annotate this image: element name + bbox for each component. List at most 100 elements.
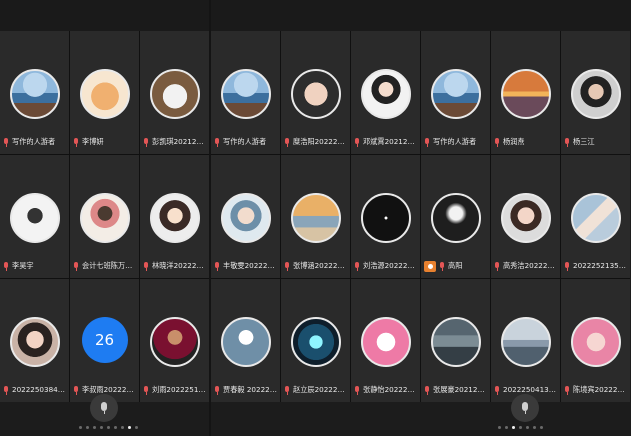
participant-label: 李昊宇 — [3, 260, 67, 272]
muted-mic-icon — [214, 137, 220, 147]
page-dot[interactable] — [86, 426, 89, 429]
participant-tile[interactable]: 刘浩源2022223... — [351, 155, 420, 278]
participant-tile[interactable]: 刘雨2022251012 — [140, 279, 209, 402]
avatar — [79, 69, 130, 119]
participant-label: 写作的人游者 — [424, 136, 488, 148]
page-dot[interactable] — [505, 426, 508, 429]
muted-mic-icon — [284, 137, 290, 147]
left-top-bar — [0, 0, 209, 31]
page-dot[interactable] — [526, 426, 529, 429]
muted-mic-icon — [284, 385, 290, 395]
participant-name: 李昊宇 — [12, 261, 34, 270]
participant-tile[interactable]: 丰敬雯2022250... — [211, 155, 280, 278]
page-dot[interactable] — [79, 426, 82, 429]
avatar — [430, 193, 481, 243]
participant-tile[interactable]: 张静怡2022252... — [351, 279, 420, 402]
mute-button[interactable] — [511, 394, 539, 422]
muted-mic-icon — [73, 385, 79, 395]
participant-tile[interactable]: 彭凯琪2021233... — [140, 31, 209, 154]
mute-button[interactable] — [90, 394, 118, 422]
avatar — [220, 193, 271, 243]
avatar — [500, 193, 551, 243]
participant-tile[interactable]: 张展豪2021263... — [421, 279, 490, 402]
participant-name: 杨三江 — [573, 137, 595, 146]
muted-mic-icon — [354, 261, 360, 271]
participant-label: 会计七班陈万金... — [73, 260, 137, 272]
participant-tile[interactable]: 2022250413潘... — [491, 279, 560, 402]
participant-tile[interactable]: 杨润焘 — [491, 31, 560, 154]
avatar — [570, 69, 621, 119]
page-dot[interactable] — [533, 426, 536, 429]
participant-name: 刘雨2022251012 — [152, 385, 207, 394]
page-dot[interactable] — [519, 426, 522, 429]
participant-name: 张展豪2021263... — [433, 385, 488, 394]
page-dot[interactable] — [100, 426, 103, 429]
page-dot[interactable] — [114, 426, 117, 429]
participant-tile[interactable]: 写作的人游者 — [421, 31, 490, 154]
right-video-panel: 写作的人游者 糜浩阳2022251650 邓斌霄2021212... 写作的人游者 杨润… — [211, 0, 631, 436]
participant-tile[interactable]: 糜浩阳2022251650 — [281, 31, 350, 154]
page-dot[interactable] — [540, 426, 543, 429]
page-dot[interactable] — [135, 426, 138, 429]
avatar — [570, 193, 621, 243]
page-indicator — [498, 426, 543, 429]
muted-mic-icon — [564, 385, 570, 395]
muted-mic-icon — [143, 261, 149, 271]
muted-mic-icon — [354, 137, 360, 147]
participant-name: 2022250384杨... — [12, 385, 67, 394]
left-video-panel: 写作的人游者 李博妍 彭凯琪2021233... 李昊宇 会计七班陈万金... 林晓洋20… — [0, 0, 209, 436]
participant-tile[interactable]: 26 李叔雨2022251... — [70, 279, 139, 402]
muted-mic-icon — [73, 261, 79, 271]
avatar — [570, 317, 621, 367]
muted-mic-icon — [214, 385, 220, 395]
participant-tile[interactable]: 杨三江 — [561, 31, 630, 154]
participant-tile[interactable]: 李昊宇 — [0, 155, 69, 278]
participant-label: 丰敬雯2022250... — [214, 260, 278, 272]
participant-tile[interactable]: 林晓洋2022251... — [140, 155, 209, 278]
participant-label: 刘雨2022251012 — [143, 384, 207, 396]
page-dot[interactable] — [107, 426, 110, 429]
avatar — [9, 193, 60, 243]
muted-mic-icon — [214, 261, 220, 271]
participant-tile[interactable]: 高秀洁2022252... — [491, 155, 560, 278]
participant-label: 糜浩阳2022251650 — [284, 136, 348, 148]
participant-tile[interactable]: 陈境宾2022251... — [561, 279, 630, 402]
page-dot[interactable] — [512, 426, 515, 429]
participant-tile[interactable]: 李博妍 — [70, 31, 139, 154]
participant-tile[interactable]: 2022252135王... — [561, 155, 630, 278]
page-dot[interactable] — [128, 426, 131, 429]
participant-name: 彭凯琪2021233... — [152, 137, 207, 146]
participant-tile[interactable]: 邓斌霄2021212... — [351, 31, 420, 154]
participant-tile[interactable]: 高阳 — [421, 155, 490, 278]
participant-name: 李叔雨2022251... — [82, 385, 137, 394]
participant-name: 李博妍 — [82, 137, 104, 146]
page-dot[interactable] — [93, 426, 96, 429]
muted-mic-icon — [564, 261, 570, 271]
participant-tile[interactable]: 写作的人游者 — [0, 31, 69, 154]
participant-tile[interactable]: 贾春毅 2022250... — [211, 279, 280, 402]
participant-tile[interactable]: 张博涵2022250912 — [281, 155, 350, 278]
participant-label: 彭凯琪2021233... — [143, 136, 207, 148]
participant-tile[interactable]: 2022250384杨... — [0, 279, 69, 402]
participant-tile[interactable]: 写作的人游者 — [211, 31, 280, 154]
page-dot[interactable] — [498, 426, 501, 429]
muted-mic-icon — [143, 385, 149, 395]
avatar — [500, 69, 551, 119]
avatar — [360, 317, 411, 367]
microphone-icon — [100, 402, 108, 414]
page-dot[interactable] — [121, 426, 124, 429]
participant-name: 刘浩源2022223... — [363, 261, 418, 270]
avatar — [79, 193, 130, 243]
participant-tile[interactable]: 会计七班陈万金... — [70, 155, 139, 278]
microphone-icon — [521, 402, 529, 414]
muted-mic-icon — [494, 137, 500, 147]
participant-tile[interactable]: 赵立辰2022250... — [281, 279, 350, 402]
participant-name: 高阳 — [448, 261, 463, 270]
avatar — [9, 317, 60, 367]
muted-mic-icon — [284, 261, 290, 271]
participant-label: 张博涵2022250912 — [284, 260, 348, 272]
participant-label: 林晓洋2022251... — [143, 260, 207, 272]
participant-name: 张博涵2022250912 — [293, 261, 348, 270]
avatar — [149, 317, 200, 367]
participant-count-badge[interactable]: 26 — [81, 317, 128, 363]
